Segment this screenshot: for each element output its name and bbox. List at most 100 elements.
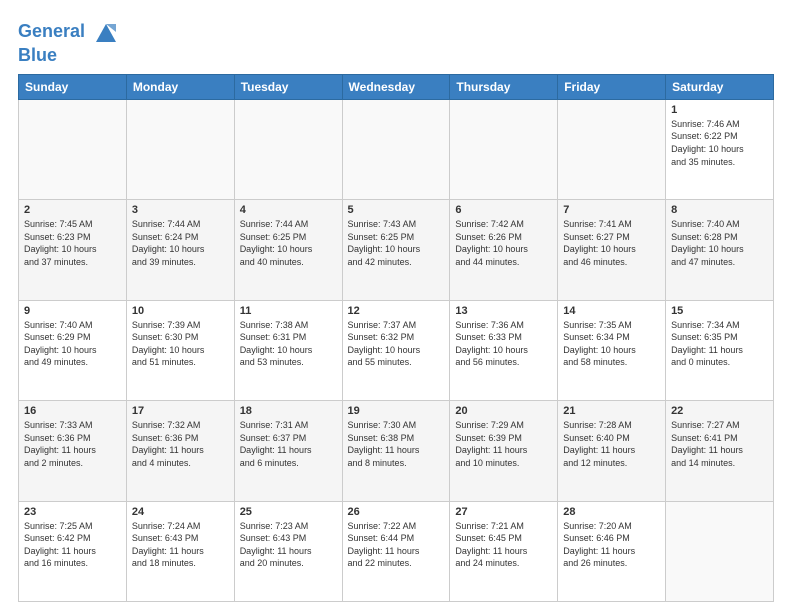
day-cell: 13 Sunrise: 7:36 AM Sunset: 6:33 PM Dayli…	[450, 300, 558, 400]
calendar-body: 1Sunrise: 7:46 AM Sunset: 6:22 PM Daylig…	[19, 99, 774, 601]
day-number: 18	[240, 405, 337, 417]
day-info: Sunrise: 7:38 AM Sunset: 6:31 PM Dayligh…	[240, 319, 337, 369]
header: General Blue	[18, 18, 774, 66]
day-info: Sunrise: 7:35 AM Sunset: 6:34 PM Dayligh…	[563, 319, 660, 369]
day-info: Sunrise: 7:21 AM Sunset: 6:45 PM Dayligh…	[455, 520, 552, 570]
day-number: 22	[671, 405, 768, 417]
day-info: Sunrise: 7:37 AM Sunset: 6:32 PM Dayligh…	[348, 319, 445, 369]
day-info: Sunrise: 7:28 AM Sunset: 6:40 PM Dayligh…	[563, 419, 660, 469]
day-cell: 3 Sunrise: 7:44 AM Sunset: 6:24 PM Daylig…	[126, 200, 234, 300]
day-info: Sunrise: 7:32 AM Sunset: 6:36 PM Dayligh…	[132, 419, 229, 469]
day-info: Sunrise: 7:30 AM Sunset: 6:38 PM Dayligh…	[348, 419, 445, 469]
day-number: 7	[563, 204, 660, 216]
day-number: 23	[24, 506, 121, 518]
day-info: Sunrise: 7:43 AM Sunset: 6:25 PM Dayligh…	[348, 218, 445, 268]
day-cell: 25 Sunrise: 7:23 AM Sunset: 6:43 PM Dayli…	[234, 501, 342, 601]
day-number: 24	[132, 506, 229, 518]
page: General Blue SundayMondayTuesdayWednesda…	[0, 0, 792, 612]
day-cell: 7 Sunrise: 7:41 AM Sunset: 6:27 PM Daylig…	[558, 200, 666, 300]
day-cell: 26 Sunrise: 7:22 AM Sunset: 6:44 PM Dayli…	[342, 501, 450, 601]
day-info: Sunrise: 7:22 AM Sunset: 6:44 PM Dayligh…	[348, 520, 445, 570]
day-info: Sunrise: 7:44 AM Sunset: 6:25 PM Dayligh…	[240, 218, 337, 268]
day-number: 12	[348, 305, 445, 317]
day-cell: 21 Sunrise: 7:28 AM Sunset: 6:40 PM Dayli…	[558, 401, 666, 501]
week-row-5: 23 Sunrise: 7:25 AM Sunset: 6:42 PM Dayli…	[19, 501, 774, 601]
day-number: 25	[240, 506, 337, 518]
day-cell: 15 Sunrise: 7:34 AM Sunset: 6:35 PM Dayli…	[666, 300, 774, 400]
day-cell	[234, 99, 342, 199]
day-number: 17	[132, 405, 229, 417]
weekday-saturday: Saturday	[666, 74, 774, 99]
day-cell	[126, 99, 234, 199]
day-cell	[450, 99, 558, 199]
day-cell: 4Sunrise: 7:44 AM Sunset: 6:25 PM Daylig…	[234, 200, 342, 300]
day-cell: 17 Sunrise: 7:32 AM Sunset: 6:36 PM Dayli…	[126, 401, 234, 501]
day-cell: 5 Sunrise: 7:43 AM Sunset: 6:25 PM Daylig…	[342, 200, 450, 300]
day-cell: 16Sunrise: 7:33 AM Sunset: 6:36 PM Dayli…	[19, 401, 127, 501]
weekday-friday: Friday	[558, 74, 666, 99]
weekday-monday: Monday	[126, 74, 234, 99]
day-number: 15	[671, 305, 768, 317]
day-number: 28	[563, 506, 660, 518]
day-info: Sunrise: 7:39 AM Sunset: 6:30 PM Dayligh…	[132, 319, 229, 369]
day-number: 9	[24, 305, 121, 317]
day-cell	[19, 99, 127, 199]
day-number: 16	[24, 405, 121, 417]
day-info: Sunrise: 7:44 AM Sunset: 6:24 PM Dayligh…	[132, 218, 229, 268]
day-cell	[558, 99, 666, 199]
logo-text: General	[18, 18, 120, 46]
day-cell: 8 Sunrise: 7:40 AM Sunset: 6:28 PM Daylig…	[666, 200, 774, 300]
day-cell: 22 Sunrise: 7:27 AM Sunset: 6:41 PM Dayli…	[666, 401, 774, 501]
day-number: 26	[348, 506, 445, 518]
day-cell: 12 Sunrise: 7:37 AM Sunset: 6:32 PM Dayli…	[342, 300, 450, 400]
day-cell	[342, 99, 450, 199]
day-info: Sunrise: 7:42 AM Sunset: 6:26 PM Dayligh…	[455, 218, 552, 268]
day-number: 21	[563, 405, 660, 417]
day-info: Sunrise: 7:27 AM Sunset: 6:41 PM Dayligh…	[671, 419, 768, 469]
calendar: SundayMondayTuesdayWednesdayThursdayFrid…	[18, 74, 774, 602]
day-cell: 14 Sunrise: 7:35 AM Sunset: 6:34 PM Dayli…	[558, 300, 666, 400]
logo: General Blue	[18, 18, 120, 66]
day-number: 2	[24, 204, 121, 216]
day-info: Sunrise: 7:41 AM Sunset: 6:27 PM Dayligh…	[563, 218, 660, 268]
weekday-header: SundayMondayTuesdayWednesdayThursdayFrid…	[19, 74, 774, 99]
day-number: 27	[455, 506, 552, 518]
day-info: Sunrise: 7:29 AM Sunset: 6:39 PM Dayligh…	[455, 419, 552, 469]
day-number: 5	[348, 204, 445, 216]
day-number: 8	[671, 204, 768, 216]
logo-blue: Blue	[18, 46, 120, 66]
day-number: 19	[348, 405, 445, 417]
day-number: 6	[455, 204, 552, 216]
day-number: 20	[455, 405, 552, 417]
day-cell: 27 Sunrise: 7:21 AM Sunset: 6:45 PM Dayli…	[450, 501, 558, 601]
day-cell: 23 Sunrise: 7:25 AM Sunset: 6:42 PM Dayli…	[19, 501, 127, 601]
week-row-1: 1Sunrise: 7:46 AM Sunset: 6:22 PM Daylig…	[19, 99, 774, 199]
day-cell: 18 Sunrise: 7:31 AM Sunset: 6:37 PM Dayli…	[234, 401, 342, 501]
day-info: Sunrise: 7:23 AM Sunset: 6:43 PM Dayligh…	[240, 520, 337, 570]
day-info: Sunrise: 7:40 AM Sunset: 6:29 PM Dayligh…	[24, 319, 121, 369]
logo-icon	[92, 18, 120, 46]
day-info: Sunrise: 7:45 AM Sunset: 6:23 PM Dayligh…	[24, 218, 121, 268]
day-info: Sunrise: 7:24 AM Sunset: 6:43 PM Dayligh…	[132, 520, 229, 570]
day-info: Sunrise: 7:34 AM Sunset: 6:35 PM Dayligh…	[671, 319, 768, 369]
day-info: Sunrise: 7:20 AM Sunset: 6:46 PM Dayligh…	[563, 520, 660, 570]
day-cell: 19 Sunrise: 7:30 AM Sunset: 6:38 PM Dayli…	[342, 401, 450, 501]
day-cell: 1Sunrise: 7:46 AM Sunset: 6:22 PM Daylig…	[666, 99, 774, 199]
day-number: 10	[132, 305, 229, 317]
week-row-4: 16Sunrise: 7:33 AM Sunset: 6:36 PM Dayli…	[19, 401, 774, 501]
day-info: Sunrise: 7:36 AM Sunset: 6:33 PM Dayligh…	[455, 319, 552, 369]
day-number: 14	[563, 305, 660, 317]
day-info: Sunrise: 7:25 AM Sunset: 6:42 PM Dayligh…	[24, 520, 121, 570]
day-cell: 24 Sunrise: 7:24 AM Sunset: 6:43 PM Dayli…	[126, 501, 234, 601]
day-cell: 2 Sunrise: 7:45 AM Sunset: 6:23 PM Daylig…	[19, 200, 127, 300]
weekday-wednesday: Wednesday	[342, 74, 450, 99]
day-number: 3	[132, 204, 229, 216]
day-cell: 6 Sunrise: 7:42 AM Sunset: 6:26 PM Daylig…	[450, 200, 558, 300]
day-number: 13	[455, 305, 552, 317]
day-info: Sunrise: 7:31 AM Sunset: 6:37 PM Dayligh…	[240, 419, 337, 469]
week-row-2: 2 Sunrise: 7:45 AM Sunset: 6:23 PM Daylig…	[19, 200, 774, 300]
day-cell: 28 Sunrise: 7:20 AM Sunset: 6:46 PM Dayli…	[558, 501, 666, 601]
day-info: Sunrise: 7:40 AM Sunset: 6:28 PM Dayligh…	[671, 218, 768, 268]
day-cell: 11Sunrise: 7:38 AM Sunset: 6:31 PM Dayli…	[234, 300, 342, 400]
day-info: Sunrise: 7:46 AM Sunset: 6:22 PM Dayligh…	[671, 118, 768, 168]
